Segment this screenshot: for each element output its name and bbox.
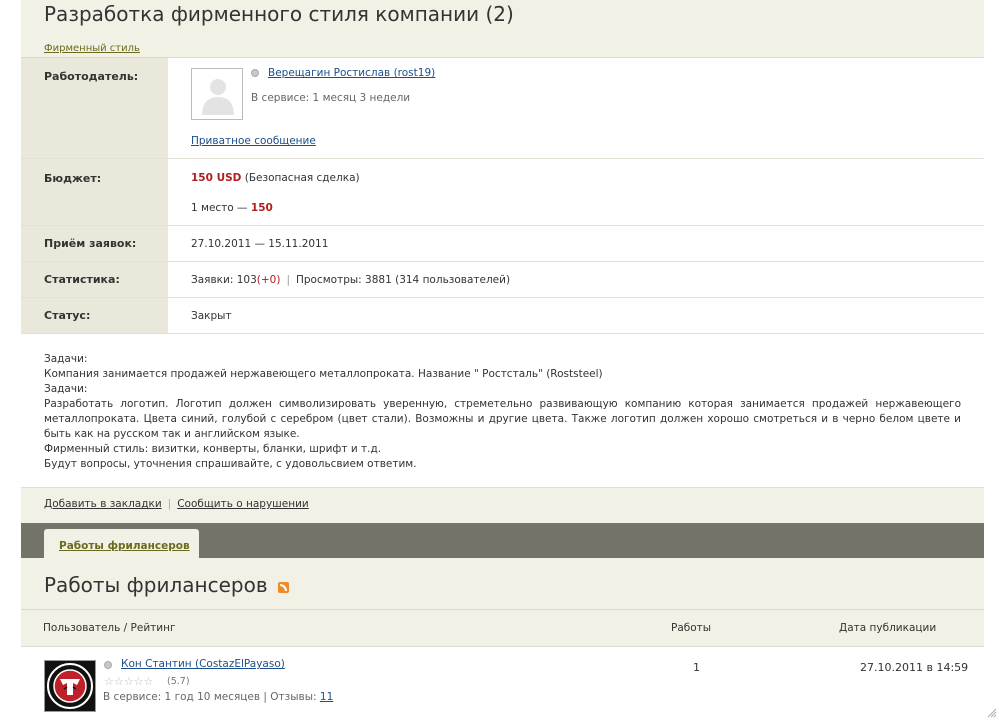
applications-label: Приём заявок: — [21, 226, 168, 261]
rating-value: (5.7) — [167, 676, 190, 687]
column-user-rating: Пользователь / Рейтинг — [43, 622, 176, 634]
employer-row: Работодатель: Верещагин Ростислав (rost1… — [21, 58, 984, 159]
description-line: Разработать логотип. Логотип должен симв… — [44, 398, 961, 440]
lion-logo-icon — [47, 663, 93, 709]
column-works: Работы — [671, 622, 712, 634]
description-line: Задачи: — [44, 353, 88, 365]
stats-bids-delta: (+0) — [256, 273, 281, 286]
budget-row: Бюджет: 150 USD (Безопасная сделка) 1 ме… — [21, 159, 984, 226]
stats-row: Статистика: Заявки: 103 (+0) | Просмотры… — [21, 262, 984, 298]
description-line: Фирменный стиль: визитки, конверты, блан… — [44, 443, 382, 455]
offline-status-icon — [251, 69, 259, 77]
project-header: Разработка фирменного стиля компании (2)… — [21, 0, 984, 58]
budget-place-line: 1 место — 150 — [191, 202, 273, 214]
report-violation-link[interactable]: Сообщить о нарушении — [177, 498, 309, 510]
project-info-table: Работодатель: Верещагин Ростислав (rost1… — [21, 58, 984, 334]
employer-name-link[interactable]: Верещагин Ростислав (rost19) — [268, 67, 435, 79]
rss-icon[interactable] — [277, 582, 289, 593]
resize-grip-icon[interactable] — [987, 708, 997, 718]
status-label: Статус: — [21, 298, 168, 333]
budget-amount: 150 USD — [191, 172, 242, 184]
status-row: Статус: Закрыт — [21, 298, 984, 334]
employer-avatar[interactable] — [191, 68, 243, 120]
employer-service-time: В сервисе: 1 месяц 3 недели — [251, 92, 411, 104]
offline-status-icon — [104, 661, 112, 669]
budget-place-text: 1 место — — [191, 202, 251, 214]
applications-value: 27.10.2011 — 15.11.2011 — [168, 226, 984, 261]
private-message-link[interactable]: Приватное сообщение — [191, 135, 316, 147]
page-title: Разработка фирменного стиля компании (2) — [44, 2, 514, 26]
stats-separator: | — [286, 273, 290, 286]
stats-views: Просмотры: 3881 (314 пользователей) — [295, 273, 511, 286]
freelancer-avatar[interactable] — [44, 660, 96, 712]
add-bookmark-link[interactable]: Добавить в закладки — [44, 498, 162, 510]
works-table-header: Пользователь / Рейтинг Работы Дата публи… — [21, 610, 984, 647]
publish-date: 27.10.2011 в 14:59 — [860, 661, 969, 674]
project-page: Разработка фирменного стиля компании (2)… — [21, 0, 984, 720]
category-link[interactable]: Фирменный стиль — [44, 43, 140, 54]
column-publish-date: Дата публикации — [839, 622, 937, 634]
section-title: Работы фрилансеров — [44, 573, 268, 597]
reviews-link[interactable]: 11 — [320, 691, 333, 703]
works-count: 1 — [693, 661, 700, 674]
actions-separator: | — [167, 498, 172, 510]
status-value: Закрыт — [168, 298, 984, 333]
applications-row: Приём заявок: 27.10.2011 — 15.11.2011 — [21, 226, 984, 262]
stats-label: Статистика: — [21, 262, 168, 297]
table-row: Кон Стантин (CostazElPayaso) ☆☆☆☆☆ (5.7)… — [21, 647, 984, 717]
budget-note: (Безопасная сделка) — [244, 172, 360, 184]
freelancer-service-text: В сервисе: 1 год 10 месяцев | Отзывы: — [103, 691, 320, 703]
description-line: Задачи: — [44, 383, 88, 395]
section-header: Работы фрилансеров — [21, 558, 984, 610]
tab-bar: Работы фрилансеров — [21, 523, 984, 559]
budget-amount-line: 150 USD (Безопасная сделка) — [191, 172, 360, 184]
description-line: Компания занимается продажей нержавеющег… — [44, 368, 603, 380]
user-placeholder-icon — [202, 79, 234, 115]
budget-label: Бюджет: — [21, 159, 168, 225]
budget-place-value: 150 — [250, 202, 273, 214]
tab-freelancer-works[interactable]: Работы фрилансеров — [44, 529, 199, 559]
description-line: Будут вопросы, уточнения спрашивайте, с … — [44, 458, 417, 470]
freelancer-name-link[interactable]: Кон Стантин (CostazElPayaso) — [121, 658, 285, 670]
employer-label: Работодатель: — [21, 58, 168, 158]
stats-bids: Заявки: 103 — [191, 273, 257, 286]
project-actions: Добавить в закладки | Сообщить о нарушении — [21, 488, 984, 523]
rating-stars-icon: ☆☆☆☆☆ — [104, 675, 154, 688]
freelancer-service-info: В сервисе: 1 год 10 месяцев | Отзывы: 11 — [103, 691, 333, 703]
project-description: Задачи: Компания занимается продажей нер… — [21, 334, 984, 488]
